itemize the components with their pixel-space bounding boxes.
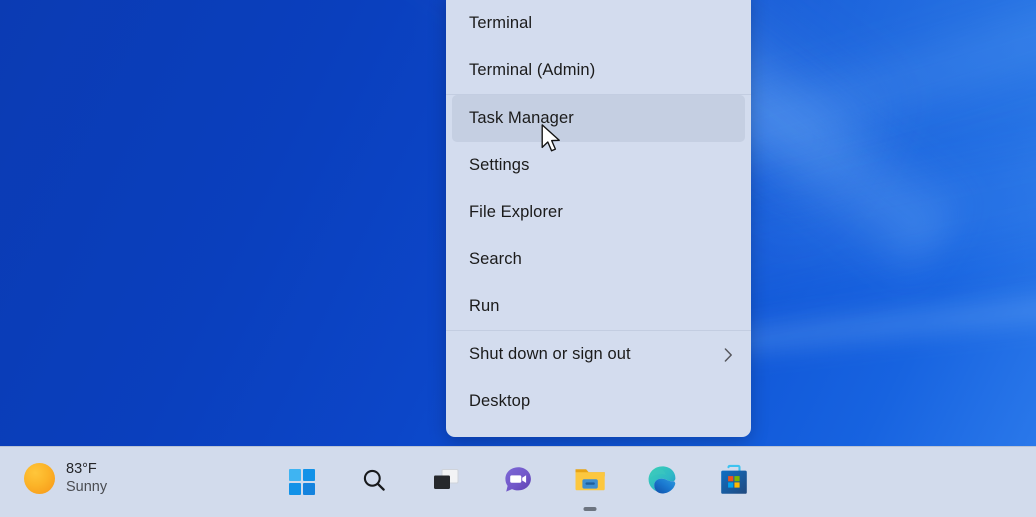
edge-icon xyxy=(646,464,678,501)
menu-item-settings[interactable]: Settings xyxy=(452,142,745,189)
taskbar: 83°F Sunny xyxy=(0,446,1036,517)
taskbar-icon-group xyxy=(0,447,1036,517)
menu-item-label: Search xyxy=(469,250,522,269)
weather-condition: Sunny xyxy=(66,479,108,496)
weather-text: 83°F Sunny xyxy=(66,461,107,495)
quick-link-menu: Terminal Terminal (Admin) Task Manager S… xyxy=(446,0,751,437)
menu-item-label: Task Manager xyxy=(469,109,574,128)
menu-item-label: Run xyxy=(469,297,500,316)
weather-widget[interactable]: 83°F Sunny xyxy=(16,456,117,500)
menu-item-label: Desktop xyxy=(469,392,531,411)
chat-icon xyxy=(502,464,534,501)
menu-item-file-explorer[interactable]: File Explorer xyxy=(452,189,745,236)
menu-item-desktop[interactable]: Desktop xyxy=(452,378,745,425)
menu-item-terminal[interactable]: Terminal xyxy=(452,0,745,47)
task-view-icon xyxy=(431,466,461,499)
menu-item-label: Shut down or sign out xyxy=(469,345,631,364)
menu-item-label: Terminal (Admin) xyxy=(469,61,596,80)
menu-item-label: Settings xyxy=(469,156,530,175)
windows-logo-icon xyxy=(289,469,315,495)
chat-button[interactable] xyxy=(498,462,538,502)
search-button[interactable] xyxy=(354,462,394,502)
chevron-right-icon xyxy=(724,347,733,362)
edge-button[interactable] xyxy=(642,462,682,502)
search-icon xyxy=(360,466,388,499)
weather-temperature: 83°F xyxy=(66,461,97,477)
menu-item-label: File Explorer xyxy=(469,203,563,222)
start-button[interactable] xyxy=(282,462,322,502)
task-view-button[interactable] xyxy=(426,462,466,502)
menu-item-shut-down-or-sign-out[interactable]: Shut down or sign out xyxy=(452,331,745,378)
sun-icon xyxy=(24,462,55,494)
running-indicator xyxy=(583,507,597,511)
store-icon xyxy=(718,464,750,501)
menu-item-label: Terminal xyxy=(469,14,533,33)
menu-item-run[interactable]: Run xyxy=(452,283,745,330)
quick-link-menu-list: Terminal Terminal (Admin) Task Manager S… xyxy=(446,0,751,433)
folder-icon xyxy=(573,465,607,500)
menu-item-terminal-admin[interactable]: Terminal (Admin) xyxy=(452,47,745,94)
microsoft-store-button[interactable] xyxy=(714,462,754,502)
menu-item-task-manager[interactable]: Task Manager xyxy=(452,95,745,142)
desktop-screen: Terminal Terminal (Admin) Task Manager S… xyxy=(0,0,1036,517)
menu-item-search[interactable]: Search xyxy=(452,236,745,283)
file-explorer-button[interactable] xyxy=(570,462,610,511)
